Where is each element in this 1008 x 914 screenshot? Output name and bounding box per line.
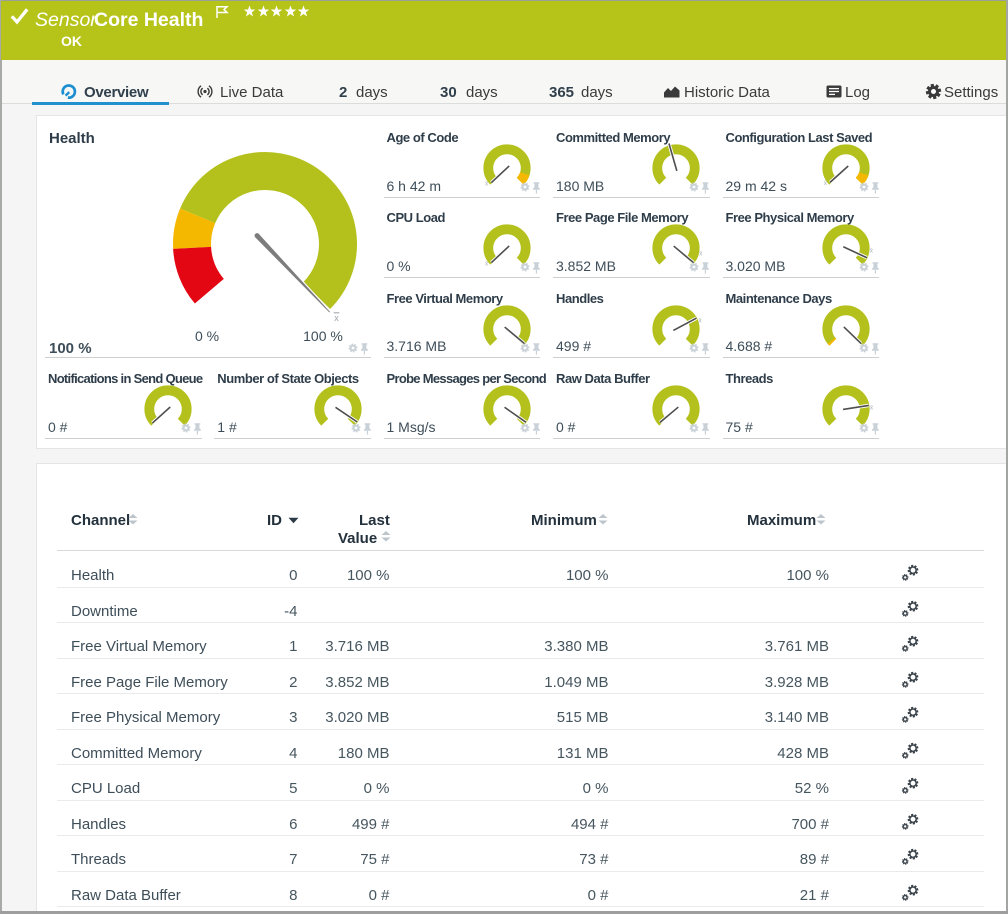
svg-text:x̄: x̄: [870, 248, 874, 255]
svg-text:x̄: x̄: [870, 405, 874, 412]
svg-text:x̄: x̄: [699, 317, 703, 324]
svg-text:x: x: [334, 313, 339, 323]
